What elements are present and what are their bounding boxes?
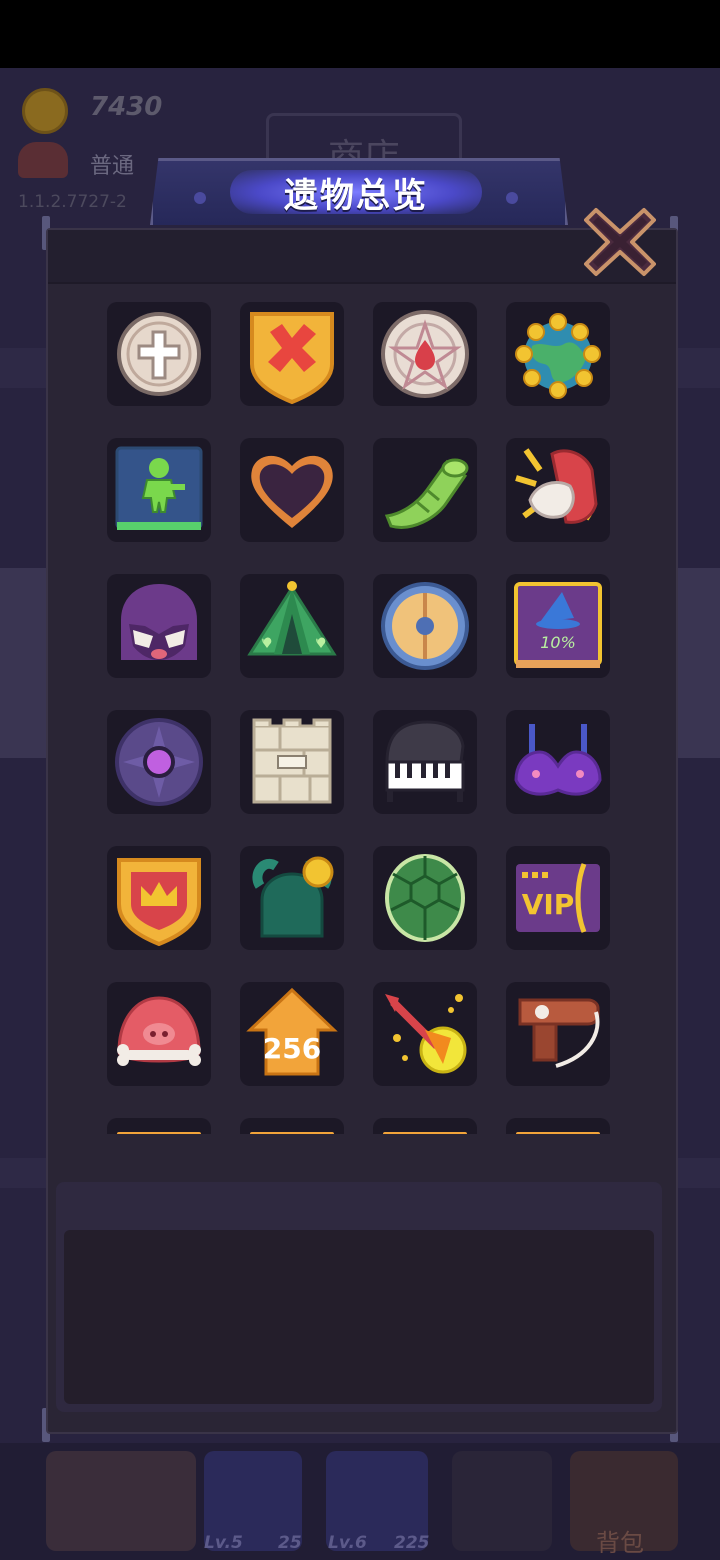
purple-angry-mask-icon — [121, 584, 197, 660]
game-screen: 7430 普通 1.1.2.7727-2 商店 Lv.5 25 Lv.6 225… — [0, 68, 720, 1560]
relic-slot[interactable] — [107, 1118, 211, 1134]
relic-slot[interactable] — [506, 710, 610, 814]
relic-slot[interactable] — [506, 302, 610, 406]
relic-slot[interactable] — [107, 846, 211, 950]
difficulty-mode: 普通 — [90, 154, 135, 179]
cactus-armor-coin-icon — [252, 856, 334, 938]
relic-slot[interactable] — [506, 1118, 610, 1134]
purple-bra-icon — [514, 724, 602, 796]
slot-level: Lv.5 — [204, 1533, 243, 1553]
red-x-shield-icon — [250, 312, 334, 405]
relic-slot[interactable] — [240, 438, 344, 542]
avatar — [18, 142, 68, 178]
relic-slot[interactable] — [107, 710, 211, 814]
relic-slot[interactable] — [107, 302, 211, 406]
turtle-shell-icon — [385, 854, 465, 942]
slot-value: 225 — [394, 1533, 430, 1553]
toy-soldier-book-icon — [115, 446, 203, 530]
relic-slot[interactable] — [240, 1118, 344, 1134]
close-icon — [584, 208, 656, 276]
pentagram-coin-icon — [381, 310, 469, 398]
partial-relic-icon — [383, 1132, 467, 1134]
relic-slot[interactable] — [240, 574, 344, 678]
title-banner: 遗物总览 — [150, 158, 568, 225]
modal-header-strip — [48, 230, 676, 284]
slot-value: 25 — [278, 1533, 302, 1553]
relic-grid[interactable]: 10% VIP 256 — [100, 300, 620, 1134]
relic-slot[interactable]: 256 — [240, 982, 344, 1086]
close-button[interactable] — [584, 206, 656, 278]
relic-slot[interactable] — [240, 710, 344, 814]
coin-planet-icon — [515, 313, 601, 399]
relic-slot[interactable]: 10% — [506, 574, 610, 678]
stone-brick-wall-icon — [252, 718, 332, 804]
slot-level: Lv.6 — [328, 1533, 367, 1553]
character-slot — [46, 1451, 196, 1551]
svg-text:VIP: VIP — [522, 888, 575, 921]
relic-slot[interactable] — [373, 574, 477, 678]
relic-slot[interactable] — [373, 302, 477, 406]
round-wooden-shield-icon — [381, 582, 469, 670]
orange-arrow-256-icon: 256 — [246, 987, 338, 1076]
relic-slot[interactable] — [107, 574, 211, 678]
relic-slot[interactable] — [107, 982, 211, 1086]
relic-slot[interactable] — [506, 438, 610, 542]
coin-icon — [22, 88, 68, 134]
version-label: 1.1.2.7727-2 — [18, 192, 127, 212]
wizard-hat-book-icon: 10% — [514, 582, 602, 668]
dark-heart-icon — [251, 455, 333, 528]
vip-card-icon: VIP — [516, 863, 600, 933]
coin-count: 7430 — [90, 92, 163, 122]
relic-slot[interactable]: VIP — [506, 846, 610, 950]
relic-slot[interactable] — [373, 438, 477, 542]
spiked-red-glove-icon — [515, 448, 598, 524]
relic-slot[interactable] — [373, 710, 477, 814]
relic-slot[interactable] — [373, 982, 477, 1086]
svg-text:256: 256 — [263, 1032, 321, 1065]
pig-bone-icon — [117, 996, 201, 1066]
relic-slot[interactable] — [107, 438, 211, 542]
purple-eye-compass-icon — [115, 718, 203, 806]
relic-slot[interactable] — [373, 846, 477, 950]
skill-slot — [452, 1451, 552, 1551]
green-horn-icon — [384, 458, 469, 529]
relic-description-panel — [56, 1182, 662, 1412]
relic-slot[interactable] — [240, 846, 344, 950]
relic-slot[interactable] — [373, 1118, 477, 1134]
green-tent-icon — [247, 581, 337, 656]
bag-label: 背包 — [596, 1529, 644, 1557]
partial-relic-icon — [117, 1132, 201, 1134]
partial-relic-icon — [250, 1132, 334, 1134]
modal-title: 遗物总览 — [284, 176, 428, 216]
partial-relic-icon — [516, 1132, 600, 1134]
relic-slot[interactable] — [506, 982, 610, 1086]
relic-description-box — [64, 1230, 654, 1404]
holy-cross-coin-icon — [117, 312, 201, 396]
svg-text:10%: 10% — [540, 633, 576, 652]
relic-slot[interactable] — [240, 302, 344, 406]
brown-hair-dryer-icon — [518, 998, 600, 1068]
grand-piano-icon — [385, 720, 465, 802]
crown-shield-icon — [117, 858, 201, 947]
fire-arrow-coin-icon — [385, 994, 467, 1074]
